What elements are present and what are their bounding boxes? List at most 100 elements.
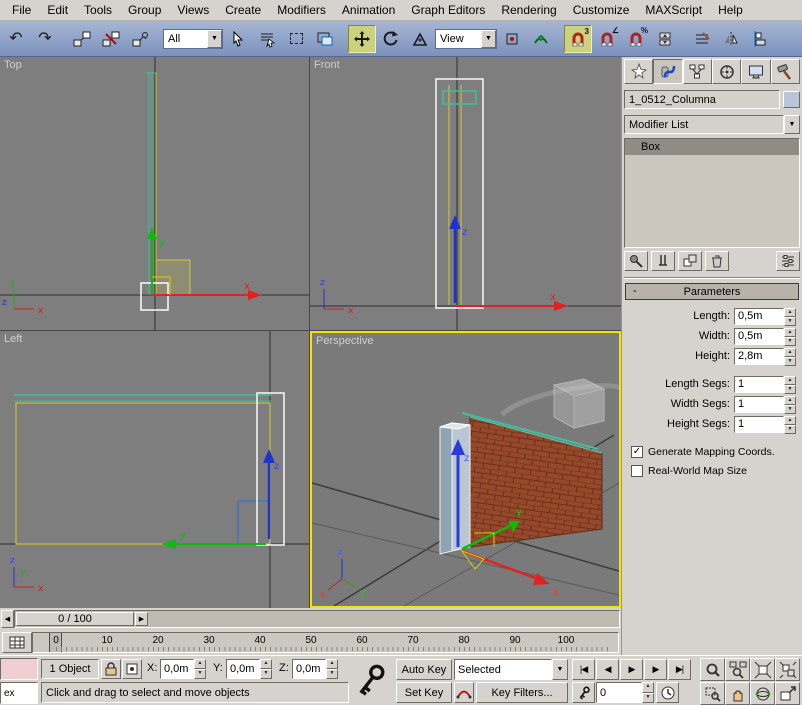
default-tangent-button[interactable]	[454, 682, 474, 703]
coord-z-field[interactable]: 0,0m	[292, 659, 326, 679]
tab-motion[interactable]	[712, 59, 741, 84]
spinner-up-icon[interactable]: ▲	[784, 328, 796, 337]
zoom-extents-button[interactable]	[750, 658, 775, 681]
select-and-scale-button[interactable]	[406, 25, 434, 53]
key-mode-dropdown[interactable]: Selected ▼	[454, 659, 568, 680]
named-selection-sets-button[interactable]	[688, 25, 716, 53]
configure-modifier-sets-button[interactable]	[776, 251, 800, 271]
select-object-button[interactable]	[224, 25, 252, 53]
width-field[interactable]: 0,5m	[734, 328, 784, 345]
selection-region-button[interactable]	[282, 25, 310, 53]
width-segs-spinner[interactable]: ▲▼	[784, 396, 796, 413]
go-to-end-button[interactable]: ▶|	[668, 659, 691, 680]
previous-frame-button[interactable]: ◀	[596, 659, 619, 680]
viewport-front[interactable]: Front z x	[310, 57, 621, 330]
tab-hierarchy[interactable]	[683, 59, 712, 84]
absolute-mode-toggle[interactable]	[122, 659, 142, 679]
viewport-top-label[interactable]: Top	[4, 59, 22, 71]
bind-to-spacewarp-button[interactable]	[126, 25, 154, 53]
time-configuration-button[interactable]	[656, 682, 679, 703]
tab-modify[interactable]	[653, 59, 682, 84]
spinner-down-icon[interactable]: ▼	[784, 337, 796, 346]
trackbar-mode-button[interactable]	[2, 632, 32, 653]
viewport-perspective[interactable]: Perspective	[310, 331, 621, 608]
coord-y-spinner[interactable]: ▲▼	[260, 659, 272, 679]
viewport-front-label[interactable]: Front	[314, 59, 340, 71]
time-slider-left-arrow[interactable]: ◀	[1, 610, 14, 628]
spinner-down-icon[interactable]: ▼	[784, 385, 796, 394]
redo-button[interactable]: ↷	[31, 25, 59, 53]
menu-graph-editors[interactable]: Graph Editors	[403, 0, 493, 20]
frame-spinner[interactable]: ▲▼	[642, 682, 654, 703]
key-mode-toggle-button[interactable]	[572, 682, 595, 703]
viewport-left-label[interactable]: Left	[4, 333, 22, 345]
spinner-down-icon[interactable]: ▼	[642, 693, 654, 704]
next-frame-button[interactable]: ▶	[644, 659, 667, 680]
key-filters-button[interactable]: Key Filters...	[476, 682, 568, 703]
parameters-rollout-header[interactable]: - Parameters	[625, 283, 799, 300]
min-max-toggle-button[interactable]	[775, 682, 800, 705]
align-button[interactable]	[746, 25, 774, 53]
spinner-down-icon[interactable]: ▼	[194, 669, 206, 679]
menu-group[interactable]: Group	[120, 0, 169, 20]
tab-create[interactable]	[624, 59, 653, 84]
coord-z-spinner[interactable]: ▲▼	[326, 659, 338, 679]
width-segs-field[interactable]: 1	[734, 396, 784, 413]
time-slider-right-arrow[interactable]: ▶	[135, 612, 148, 626]
percent-snap-button[interactable]: %	[622, 25, 650, 53]
object-name-field[interactable]: 1_0512_Columna	[624, 90, 780, 109]
tab-display[interactable]	[741, 59, 770, 84]
real-world-map-checkbox[interactable]	[631, 465, 643, 477]
auto-key-button[interactable]: Auto Key	[396, 659, 452, 680]
spinner-down-icon[interactable]: ▼	[784, 357, 796, 366]
window-crossing-button[interactable]	[311, 25, 339, 53]
menu-tools[interactable]: Tools	[76, 0, 120, 20]
length-segs-spinner[interactable]: ▲▼	[784, 376, 796, 393]
menu-maxscript[interactable]: MAXScript	[637, 0, 710, 20]
spinner-up-icon[interactable]: ▲	[784, 376, 796, 385]
pan-button[interactable]	[725, 682, 750, 705]
width-spinner[interactable]: ▲▼	[784, 328, 796, 345]
object-color-swatch[interactable]	[783, 91, 800, 108]
menu-customize[interactable]: Customize	[565, 0, 638, 20]
keyboard-shortcut-override-toggle[interactable]	[352, 659, 388, 703]
length-segs-field[interactable]: 1	[734, 376, 784, 393]
spinner-down-icon[interactable]: ▼	[784, 425, 796, 434]
menu-edit[interactable]: Edit	[39, 0, 76, 20]
reference-coordinate-dropdown[interactable]: View▼	[435, 29, 497, 49]
select-and-link-button[interactable]	[68, 25, 96, 53]
select-by-name-button[interactable]	[253, 25, 281, 53]
time-slider-track[interactable]: 0 / 100 ▶	[14, 610, 620, 628]
modifier-list-dropdown[interactable]: Modifier List ▼	[624, 115, 800, 134]
region-zoom-button[interactable]	[700, 682, 725, 705]
chevron-down-icon[interactable]: ▼	[481, 30, 496, 48]
coord-x-field[interactable]: 0,0m	[160, 659, 194, 679]
modifier-stack[interactable]: Box	[624, 138, 800, 248]
selection-filter-dropdown[interactable]: All▼	[163, 29, 223, 49]
viewport-left[interactable]: Left z y	[0, 331, 309, 608]
spinner-snap-button[interactable]	[651, 25, 679, 53]
height-field[interactable]: 2,8m	[734, 348, 784, 365]
spinner-up-icon[interactable]: ▲	[194, 659, 206, 669]
remove-modifier-button[interactable]	[705, 251, 729, 271]
spinner-up-icon[interactable]: ▲	[326, 659, 338, 669]
time-slider-thumb[interactable]: 0 / 100	[16, 612, 134, 626]
spinner-up-icon[interactable]: ▲	[642, 682, 654, 693]
lock-selection-button[interactable]	[101, 659, 121, 679]
spinner-up-icon[interactable]: ▲	[784, 416, 796, 425]
pin-stack-button[interactable]	[624, 251, 648, 271]
make-unique-button[interactable]	[678, 251, 702, 271]
macro-recorder-pane[interactable]	[0, 658, 38, 680]
spinner-down-icon[interactable]: ▼	[784, 317, 796, 326]
spinner-up-icon[interactable]: ▲	[784, 348, 796, 357]
spinner-up-icon[interactable]: ▲	[784, 308, 796, 317]
unlink-selection-button[interactable]	[97, 25, 125, 53]
chevron-down-icon[interactable]: ▼	[207, 30, 222, 48]
show-end-result-button[interactable]	[651, 251, 675, 271]
select-and-rotate-button[interactable]	[377, 25, 405, 53]
play-button[interactable]: ▶	[620, 659, 643, 680]
menu-file[interactable]: File	[4, 0, 39, 20]
arc-rotate-button[interactable]	[750, 682, 775, 705]
chevron-down-icon[interactable]: ▼	[784, 115, 800, 134]
go-to-start-button[interactable]: |◀	[572, 659, 595, 680]
